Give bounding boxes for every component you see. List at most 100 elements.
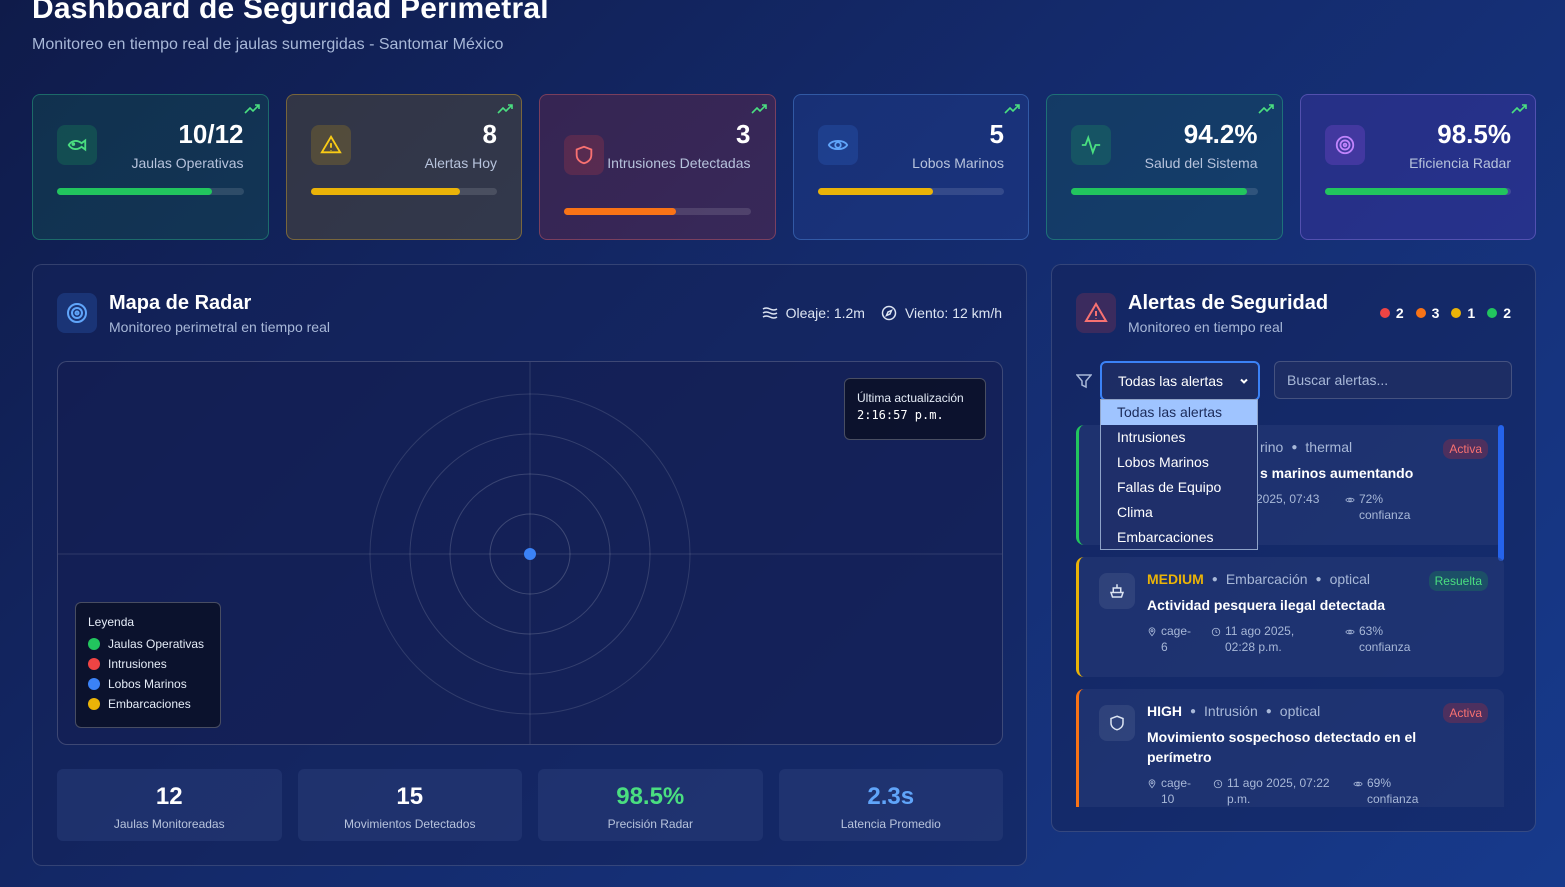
alert-sensor: optical [1279, 703, 1321, 719]
stat-card-alertas[interactable]: 8 Alertas Hoy [285, 94, 522, 240]
alert-severity: MEDIUM [1147, 571, 1204, 587]
alert-details: cage- 6 11 ago 2025, 02:28 p.m. 63% confian… [1147, 623, 1488, 655]
progress-bar [1324, 188, 1511, 195]
progress-fill [310, 188, 460, 195]
count-dot [1379, 308, 1390, 318]
separator: ● [1315, 573, 1322, 585]
count-value: 3 [1431, 305, 1440, 321]
alert-date: 11 ago 2025, 02:28 p.m. [1211, 623, 1345, 655]
alerts-subtitle: Monitoreo en tiempo real [1128, 319, 1283, 335]
alert-title: Movimiento sospechoso detectado en el pe… [1147, 729, 1417, 765]
metric-label: Latencia Promedio [840, 817, 941, 831]
metric-card: 15 Movimientos Detectados [297, 769, 522, 841]
dropdown-option-todas[interactable]: Todas las alertas [1101, 400, 1257, 425]
count-dot [1451, 308, 1462, 318]
dropdown-option-clima[interactable]: Clima [1101, 500, 1257, 525]
alert-type: Embarcación [1225, 571, 1308, 587]
page-title: Dashboard de Seguridad Perimetral [32, 0, 549, 25]
date-text: 11 ago 2025, 07:22 [1227, 776, 1330, 790]
stat-label: Intrusiones Detectadas [607, 155, 751, 171]
metric-value: 12 [155, 783, 183, 810]
stat-card-salud[interactable]: 94.2% Salud del Sistema [1046, 94, 1283, 240]
alert-card[interactable]: MEDIUM ● Embarcación ● optical Actividad… [1076, 557, 1504, 677]
metric-card: 2.3s Latencia Promedio [778, 769, 1003, 841]
alert-sensor: thermal [1305, 439, 1353, 455]
stat-card-radar[interactable]: 98.5% Eficiencia Radar [1299, 94, 1536, 240]
clock-icon [1211, 627, 1221, 637]
time-text: p.m. [1227, 792, 1251, 806]
alert-severity: HIGH [1147, 703, 1182, 719]
weather-info: Oleaje: 1.2m Viento: 12 km/h [762, 305, 1002, 321]
warning-icon [310, 125, 351, 165]
radar-panel: Mapa de Radar Monitoreo perimetral en ti… [32, 264, 1027, 866]
stat-card-lobos[interactable]: 5 Lobos Marinos [792, 94, 1029, 240]
shield-icon [1099, 705, 1135, 741]
alert-type: Intrusión [1204, 703, 1258, 719]
compass-icon [881, 305, 897, 321]
cage-number: 10 [1161, 792, 1175, 806]
time-text: 02:28 p.m. [1225, 640, 1282, 654]
trend-up-icon [1257, 104, 1274, 114]
count-dot [1415, 308, 1426, 318]
count-value: 2 [1395, 305, 1404, 321]
cage-number: 6 [1161, 640, 1168, 654]
radar-subtitle: Monitoreo perimetral en tiempo real [109, 319, 330, 335]
legend-label: Lobos Marinos [108, 677, 187, 691]
dropdown-option-intrusiones[interactable]: Intrusiones [1101, 425, 1257, 450]
stat-value: 5 [989, 119, 1004, 149]
stat-label: Jaulas Operativas [131, 155, 244, 171]
legend-dot [88, 658, 100, 670]
metric-label: Jaulas Monitoreadas [113, 817, 225, 831]
trend-up-icon [1004, 104, 1020, 114]
confidence-label: confianza [1359, 508, 1411, 522]
last-update-label: Última actualización [857, 391, 964, 405]
stats-row: 10/12 Jaulas Operativas 8 Alertas Hoy 3 … [32, 94, 1536, 240]
last-update-time: 2:16:57 p.m. [857, 408, 944, 422]
radar-map[interactable]: Última actualización 2:16:57 p.m. Leyend… [57, 361, 1003, 745]
radar-icon [57, 293, 97, 333]
eye-icon [1345, 497, 1355, 503]
metric-card: 12 Jaulas Monitoreadas [57, 769, 282, 841]
alert-sensor: optical [1329, 571, 1371, 587]
alerts-title: Alertas de Seguridad [1128, 292, 1329, 314]
stat-value: 8 [482, 119, 497, 149]
progress-bar [1071, 188, 1258, 195]
progress-bar [817, 188, 1004, 195]
metric-value: 2.3s [867, 783, 915, 810]
confidence-label: confianza [1367, 792, 1419, 806]
count-dot [1487, 308, 1498, 318]
filter-icon [1076, 374, 1092, 389]
status-badge: Activa [1443, 703, 1488, 723]
wind-text: Viento: 12 km/h [904, 305, 1002, 321]
progress-fill [817, 188, 934, 195]
alert-type-select[interactable]: Todas las alertas [1100, 361, 1260, 401]
count-low: 2 [1487, 305, 1511, 321]
date-text: 11 ago 2025, [1225, 624, 1295, 638]
dropdown-option-lobos[interactable]: Lobos Marinos [1101, 450, 1257, 475]
trend-up-icon [1511, 104, 1527, 114]
stat-card-jaulas[interactable]: 10/12 Jaulas Operativas [32, 94, 269, 240]
separator: ● [1211, 573, 1218, 585]
scrollbar-thumb[interactable] [1498, 425, 1504, 561]
stat-card-intrusiones[interactable]: 3 Intrusiones Detectadas [539, 94, 776, 240]
legend-label: Intrusiones [108, 657, 167, 671]
progress-fill [1324, 188, 1509, 195]
separator: ● [1265, 705, 1272, 717]
location-icon [1148, 779, 1156, 789]
last-update-box: Última actualización 2:16:57 p.m. [844, 378, 986, 440]
wind-info: Viento: 12 km/h [881, 305, 1002, 321]
alert-type-dropdown[interactable]: Todas las alertas Intrusiones Lobos Mari… [1100, 399, 1258, 550]
dropdown-option-embarcaciones[interactable]: Embarcaciones [1101, 525, 1257, 550]
alert-cage: cage- 10 [1147, 775, 1213, 807]
alert-title: Actividad pesquera ilegal detectada [1147, 597, 1386, 613]
chevron-down-icon [1240, 378, 1248, 384]
eye-icon [1345, 629, 1355, 635]
legend-label: Jaulas Operativas [108, 637, 205, 651]
search-input[interactable] [1274, 361, 1512, 399]
alert-card[interactable]: HIGH ● Intrusión ● optical Movimiento so… [1076, 689, 1504, 807]
count-high: 3 [1415, 305, 1440, 321]
page-header: Dashboard de Seguridad Perimetral Monito… [32, 0, 549, 54]
dropdown-option-fallas[interactable]: Fallas de Equipo [1101, 475, 1257, 500]
legend-dot [88, 638, 100, 650]
legend-item: Intrusiones [88, 657, 208, 671]
